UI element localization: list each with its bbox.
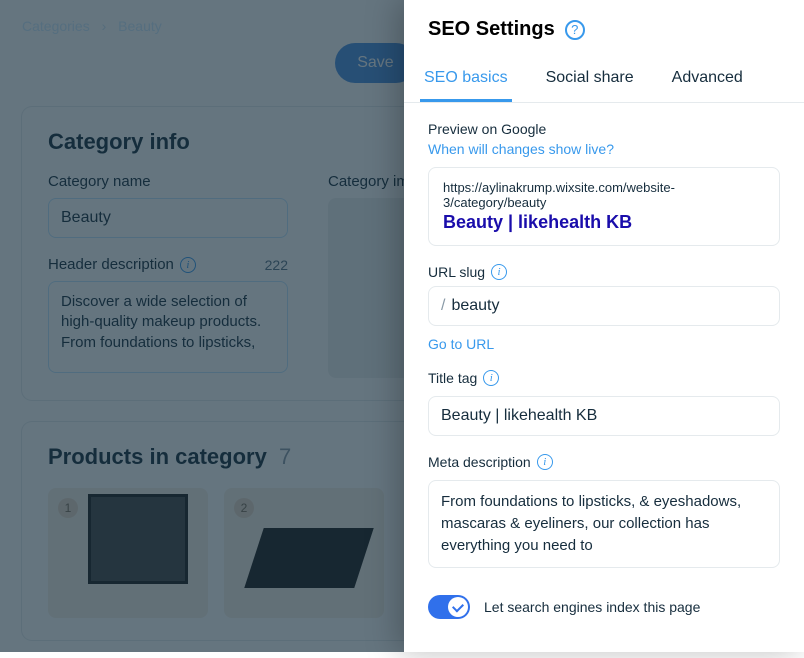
google-preview-box: https://aylinakrump.wixsite.com/website-… xyxy=(428,167,780,246)
seo-tabs: SEO basics Social share Advanced xyxy=(404,57,804,103)
tab-social-share[interactable]: Social share xyxy=(542,57,638,102)
url-slug-label: URL slug xyxy=(428,264,485,280)
info-icon[interactable]: i xyxy=(483,370,499,386)
info-icon[interactable]: i xyxy=(537,454,553,470)
go-to-url-link[interactable]: Go to URL xyxy=(428,336,780,352)
tab-seo-basics[interactable]: SEO basics xyxy=(420,57,512,102)
preview-changes-link[interactable]: When will changes show live? xyxy=(428,141,780,157)
index-toggle-label: Let search engines index this page xyxy=(484,599,700,615)
slash-prefix: / xyxy=(441,297,445,315)
url-slug-input[interactable]: / beauty xyxy=(428,286,780,326)
index-toggle[interactable] xyxy=(428,595,470,619)
help-icon[interactable]: ? xyxy=(565,20,585,40)
meta-desc-label: Meta description xyxy=(428,454,531,470)
title-tag-label: Title tag xyxy=(428,370,477,386)
seo-settings-panel: SEO Settings ? SEO basics Social share A… xyxy=(404,0,804,652)
meta-desc-textarea[interactable]: From foundations to lipsticks, & eyeshad… xyxy=(428,480,780,568)
preview-title: Beauty | likehealth KB xyxy=(443,212,765,233)
seo-panel-title: SEO Settings xyxy=(428,18,555,41)
info-icon[interactable]: i xyxy=(491,264,507,280)
tab-advanced[interactable]: Advanced xyxy=(668,57,747,102)
preview-label: Preview on Google xyxy=(428,121,780,137)
preview-url: https://aylinakrump.wixsite.com/website-… xyxy=(443,180,765,210)
title-tag-input[interactable] xyxy=(428,396,780,436)
